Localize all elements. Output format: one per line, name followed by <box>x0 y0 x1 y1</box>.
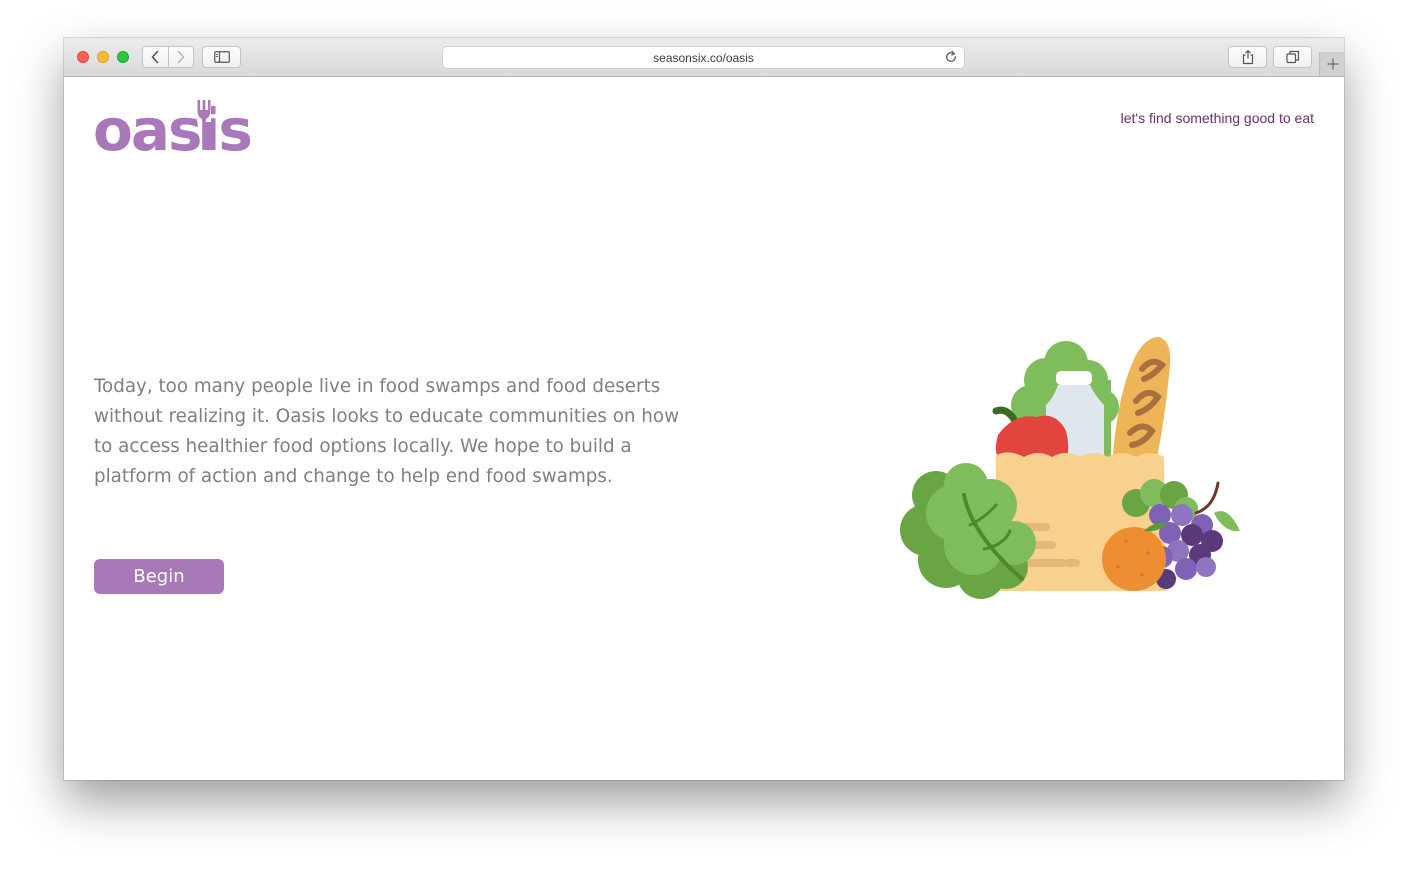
sidebar-toggle-button[interactable] <box>202 46 241 68</box>
zoom-window-button[interactable] <box>117 51 129 63</box>
forward-button[interactable] <box>167 47 194 67</box>
page-content: oasis let's find something good to eat T… <box>64 77 1344 780</box>
share-icon <box>1242 49 1253 65</box>
back-button[interactable] <box>143 47 168 67</box>
tagline-link[interactable]: let's find something good to eat <box>1121 110 1314 126</box>
baguette <box>1112 337 1171 470</box>
url-text: seasonsix.co/oasis <box>653 51 754 65</box>
logo-text: oasis <box>93 96 253 164</box>
new-tab-button[interactable] <box>1319 52 1344 76</box>
address-bar[interactable]: seasonsix.co/oasis <box>442 46 965 69</box>
close-window-button[interactable] <box>77 51 89 63</box>
intro-paragraph: Today, too many people live in food swam… <box>94 376 680 487</box>
tabs-icon <box>1285 50 1299 64</box>
share-button[interactable] <box>1228 46 1267 68</box>
show-tabs-button[interactable] <box>1273 46 1312 68</box>
back-icon <box>151 50 159 64</box>
fork-icon <box>197 100 211 150</box>
minimize-window-button[interactable] <box>97 51 109 63</box>
plus-icon <box>1327 58 1338 70</box>
oasis-logo[interactable]: oasis <box>93 100 253 159</box>
grocery-bag-illustration <box>900 337 1240 599</box>
browser-window: seasonsix.co/oasis oasis let's find some… <box>64 38 1344 780</box>
browser-toolbar: seasonsix.co/oasis <box>64 38 1344 77</box>
history-nav-group <box>142 46 194 68</box>
begin-button[interactable]: Begin <box>94 559 224 594</box>
forward-icon <box>177 50 185 64</box>
sidebar-icon <box>213 51 230 63</box>
reload-icon[interactable] <box>944 50 958 64</box>
